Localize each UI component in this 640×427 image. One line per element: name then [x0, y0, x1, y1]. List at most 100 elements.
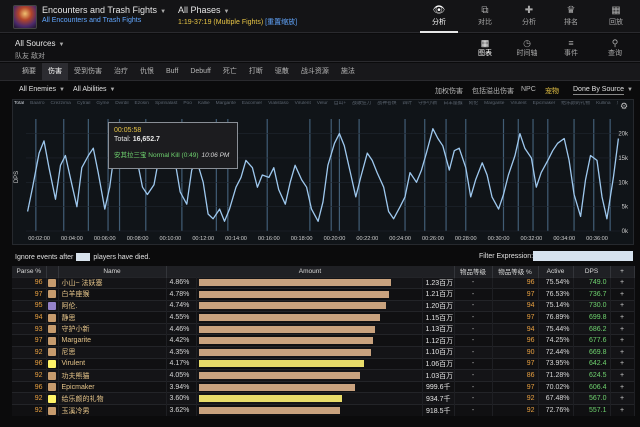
- legend-entry[interactable]: Kullina: [596, 101, 610, 106]
- expand-icon[interactable]: +: [610, 369, 635, 382]
- expand-icon[interactable]: +: [610, 276, 635, 289]
- enemies-filter[interactable]: All Enemies ▼: [19, 86, 65, 93]
- legend-entry[interactable]: Ezosin: [135, 101, 149, 106]
- table-row[interactable]: 92 给乐颜的礼物 3.60% 934.7千 -92 67.48% 567.0 +: [12, 392, 635, 405]
- col-amount[interactable]: Amount: [166, 266, 455, 277]
- legend-entry[interactable]: Vialistaso: [268, 101, 288, 106]
- metric-tab-summary[interactable]: 摘要: [16, 63, 42, 81]
- done-by-selector[interactable]: Done By Source ▼: [573, 86, 633, 95]
- view-tab-timeline[interactable]: ◷ 时间轴: [508, 34, 546, 62]
- gear-icon[interactable]: ⚙: [620, 101, 628, 112]
- expand-icon[interactable]: +: [610, 357, 635, 370]
- table-row[interactable]: 93 守护小新 4.46% 1.13百万 -94 75.44% 686.2 +: [12, 322, 635, 335]
- legend-entry[interactable]: Epicmaker: [533, 101, 556, 106]
- expand-icon[interactable]: +: [610, 322, 635, 335]
- expand-icon[interactable]: +: [610, 380, 635, 393]
- legend-entry[interactable]: 自山+: [334, 101, 346, 106]
- col-name[interactable]: Name: [58, 266, 167, 277]
- legend-entry[interactable]: Total: [14, 101, 24, 106]
- legend-entry[interactable]: Virulent: [510, 101, 526, 106]
- col-parse[interactable]: Parse %: [12, 266, 47, 277]
- player-name[interactable]: 尼思: [58, 346, 167, 359]
- player-name[interactable]: 给乐颜的礼物: [58, 392, 167, 405]
- view-tab-charts[interactable]: ▦ 图表: [466, 34, 504, 62]
- legend-entry[interactable]: Spirinalast: [155, 101, 177, 106]
- expand-icon[interactable]: +: [610, 334, 635, 347]
- legend-entry[interactable]: Gyme: [96, 101, 109, 106]
- player-name[interactable]: Virulent: [58, 357, 167, 370]
- legend-entry[interactable]: Cytrail: [77, 101, 91, 106]
- table-row[interactable]: 97 白羊座猴 4.78% 1.21百万 -97 76.53% 736.7 +: [12, 288, 635, 301]
- phase-selector[interactable]: All Phases ▼: [178, 5, 229, 15]
- expand-icon[interactable]: +: [610, 346, 635, 359]
- legend-entry[interactable]: Margarite: [484, 101, 504, 106]
- legend-entry[interactable]: Margarite: [216, 101, 236, 106]
- metric-tab-debuffs[interactable]: Debuff: [184, 63, 217, 81]
- tab-analyze[interactable]: 👁 分析: [420, 0, 458, 33]
- col-dps[interactable]: DPS: [573, 266, 611, 277]
- legend-entry[interactable]: Crezzima: [51, 101, 71, 106]
- col-active[interactable]: Active: [538, 266, 574, 277]
- view-tab-events[interactable]: ≡ 事件: [552, 34, 590, 62]
- col-add[interactable]: +: [610, 266, 635, 277]
- col-ilvl[interactable]: 物品等级: [454, 266, 493, 277]
- metric-tab-resources[interactable]: 战斗资源: [295, 63, 335, 81]
- weighted-damage-toggle[interactable]: 加权伤害: [435, 86, 463, 96]
- metric-tab-damage-done[interactable]: 伤害: [42, 63, 68, 81]
- table-row[interactable]: 92 玉溪冷男 3.62% 918.5千 -92 72.76% 557.1 +: [12, 404, 635, 417]
- sources-type-links[interactable]: 队友 敌对: [15, 51, 45, 61]
- table-row[interactable]: 97 Margarite 4.42% 1.12百万 -96 74.25% 677.6 +: [12, 334, 635, 347]
- col-ilvl-pct[interactable]: 物品等级 %: [492, 266, 539, 277]
- metric-tab-dispels[interactable]: 驱散: [269, 63, 295, 81]
- tab-rankings[interactable]: ♛ 排名: [552, 0, 590, 33]
- filter-expression-input[interactable]: [533, 251, 633, 261]
- metric-tab-casts[interactable]: 施法: [335, 63, 361, 81]
- reset-zoom-link[interactable]: [重置缩放]: [265, 19, 297, 26]
- tab-analysis[interactable]: ✚ 分析: [510, 0, 548, 33]
- legend-entry[interactable]: 尼思: [617, 101, 619, 106]
- legend-entry[interactable]: 白羊座猴: [443, 101, 462, 106]
- legend-entry[interactable]: Virulent: [295, 101, 311, 106]
- legend-entry[interactable]: Dvirdil: [115, 101, 128, 106]
- legend-entry[interactable]: 战神苍焕: [377, 101, 396, 106]
- metric-tab-buffs[interactable]: Buff: [160, 63, 184, 81]
- legend-entry[interactable]: Kallie: [198, 101, 210, 106]
- table-row[interactable]: 96 小山~ 法妖塞 4.86% 1.23百万 -96 75.54% 749.0 +: [12, 276, 635, 289]
- expand-icon[interactable]: +: [610, 288, 635, 301]
- sources-selector[interactable]: All Sources ▼: [15, 39, 64, 48]
- metric-tab-threat[interactable]: 仇恨: [134, 63, 160, 81]
- legend-entry[interactable]: Eacomier: [242, 101, 262, 106]
- metric-tab-deaths[interactable]: 死亡: [217, 63, 243, 81]
- include-overkill-toggle[interactable]: 包括溢出伤害: [472, 86, 514, 96]
- abilities-filter[interactable]: All Abilities ▼: [73, 86, 115, 93]
- legend-entry[interactable]: Baarro: [30, 101, 44, 106]
- legend-entry[interactable]: 阿伦: [469, 101, 479, 106]
- expand-icon[interactable]: +: [610, 311, 635, 324]
- tab-compare[interactable]: ⧉ 对比: [466, 0, 504, 33]
- expand-icon[interactable]: +: [610, 299, 635, 312]
- tab-replay[interactable]: ▦ 回放: [597, 0, 635, 33]
- player-name[interactable]: 静思: [58, 311, 167, 324]
- dps-chart[interactable]: 0k 5k 10k 15k 20k DPS 00:02:00 00:04:00 00:06:00…: [12, 99, 634, 245]
- table-row[interactable]: 95 阿伦. 4.74% 1.20百万 -94 75.14% 730.0 +: [12, 299, 635, 312]
- expand-icon[interactable]: +: [610, 404, 635, 417]
- player-name[interactable]: 白羊座猴: [58, 288, 167, 301]
- legend-entry[interactable]: 给乐颜的礼物: [561, 101, 590, 106]
- legend-entry[interactable]: Poo: [183, 101, 192, 106]
- encounter-subtitle[interactable]: All Encounters and Trash Fights: [42, 17, 141, 24]
- expand-icon[interactable]: +: [610, 392, 635, 405]
- player-name[interactable]: Epicmaker: [58, 380, 167, 393]
- legend-entry[interactable]: 战歌狂刀: [352, 101, 371, 106]
- player-name[interactable]: 小山~ 法妖塞: [58, 276, 167, 289]
- view-tab-query[interactable]: ⚲ 查询: [596, 34, 634, 62]
- table-row[interactable]: 94 静思 4.55% 1.15百万 -97 76.89% 699.8 +: [12, 311, 635, 324]
- table-row[interactable]: 96 Epicmaker 3.94% 999.6千 -97 70.02% 606.4 +: [12, 380, 635, 393]
- legend-entry[interactable]: Velur: [317, 101, 328, 106]
- player-name[interactable]: Margarite: [58, 334, 167, 347]
- player-name[interactable]: 功夫熊猫: [58, 369, 167, 382]
- encounter-selector[interactable]: Encounters and Trash Fights ▼: [42, 5, 166, 15]
- metric-tab-healing[interactable]: 治疗: [108, 63, 134, 81]
- ignore-deaths-input[interactable]: [76, 253, 91, 261]
- metric-tab-damage-taken[interactable]: 受到伤害: [68, 63, 108, 81]
- npc-toggle[interactable]: NPC: [521, 86, 536, 93]
